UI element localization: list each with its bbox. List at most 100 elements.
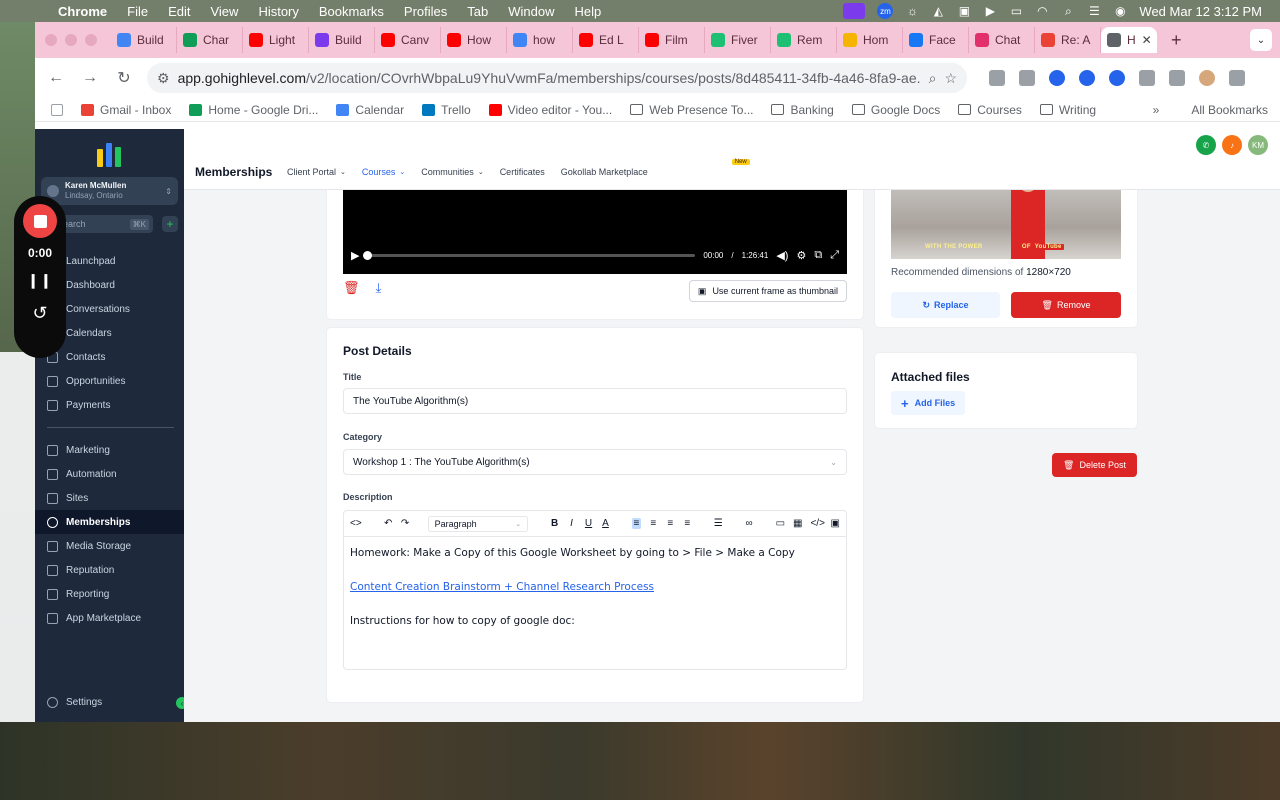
align-right-icon[interactable]: ≡ [666, 518, 675, 529]
menubar-clock[interactable]: Wed Mar 12 3:12 PM [1139, 4, 1262, 19]
remove-button[interactable]: 🗑︎ Remove [1011, 292, 1121, 318]
search-icon[interactable]: ⌕ [1061, 4, 1075, 18]
embed-icon[interactable]: ▭ [776, 518, 785, 529]
menu-view[interactable]: View [200, 4, 248, 19]
bookmark-item[interactable]: Home - Google Dri... [189, 103, 318, 117]
tab[interactable]: Build [111, 27, 177, 53]
menu-tab[interactable]: Tab [457, 4, 498, 19]
extension-icon[interactable] [1019, 70, 1035, 86]
sidebar-item-reporting[interactable]: Reporting [35, 582, 184, 606]
volume-icon[interactable]: ◀) [776, 249, 788, 262]
forward-icon[interactable]: → [79, 69, 101, 87]
tab[interactable]: Canv [375, 27, 441, 53]
html-icon[interactable]: </> [810, 518, 824, 529]
cast-icon[interactable]: ◭ [931, 4, 945, 18]
code-view-icon[interactable]: <> [350, 518, 362, 529]
menu-history[interactable]: History [248, 4, 308, 19]
extension-icon[interactable] [1049, 70, 1065, 86]
tab[interactable]: Light [243, 27, 309, 53]
bell-icon[interactable]: ♪ [1222, 135, 1242, 155]
extension-icon[interactable] [1079, 70, 1095, 86]
tab-search-icon[interactable]: ⌄ [1250, 29, 1272, 51]
zoom-icon[interactable]: ⌕ [929, 70, 937, 87]
table-icon[interactable]: ▦ [793, 518, 802, 529]
user-avatar[interactable]: KM [1248, 135, 1268, 155]
tab[interactable]: Hom [837, 27, 903, 53]
underline-icon[interactable]: U [584, 518, 593, 529]
text-color-icon[interactable]: A [601, 518, 610, 529]
puzzle-icon[interactable] [1139, 70, 1155, 86]
tab[interactable]: Re: A [1035, 27, 1101, 53]
tab[interactable]: Chat [969, 27, 1035, 53]
bold-icon[interactable]: B [550, 518, 559, 529]
address-bar[interactable]: ⚙ app.gohighlevel.com/v2/location/COvrhW… [147, 63, 967, 93]
address-url[interactable]: app.gohighlevel.com/v2/location/COvrhWbp… [178, 70, 921, 86]
profile-avatar[interactable] [1199, 70, 1215, 86]
video-progress[interactable] [363, 250, 696, 260]
menu-app[interactable]: Chrome [48, 4, 117, 19]
new-tab-button[interactable]: + [1171, 30, 1182, 51]
video-player[interactable]: ▶ 00:00 / 1:26:41 ◀) ⚙ ⧉ ⤢ [343, 190, 847, 274]
bookmark-item[interactable]: Banking [771, 103, 834, 117]
redo-icon[interactable]: ↷ [401, 518, 410, 529]
sidebar-item-settings[interactable]: Settings [35, 690, 184, 714]
battery-icon[interactable]: ▭ [1009, 4, 1023, 18]
tab[interactable]: Rem [771, 27, 837, 53]
italic-icon[interactable]: I [567, 518, 576, 529]
gear-icon[interactable]: ⚙ [796, 249, 806, 262]
wifi-icon[interactable]: ◠ [1035, 4, 1049, 18]
menu-profiles[interactable]: Profiles [394, 4, 457, 19]
tab[interactable]: Film [639, 27, 705, 53]
play-icon[interactable]: ▶ [983, 4, 997, 18]
menu-edit[interactable]: Edit [158, 4, 200, 19]
quick-add-button[interactable]: + [162, 216, 178, 232]
siri-icon[interactable]: ◉ [1113, 4, 1127, 18]
topnav-communities[interactable]: Communities ⌄ [421, 167, 483, 177]
replace-button[interactable]: ↻ Replace [891, 292, 1000, 318]
site-settings-icon[interactable]: ⚙ [157, 70, 170, 87]
block-format-select[interactable]: Paragraph ⌄ [427, 515, 529, 532]
sun-icon[interactable]: ☼ [905, 4, 919, 18]
highlevel-logo[interactable] [95, 139, 123, 167]
sidebar-item-opportunities[interactable]: Opportunities [35, 369, 184, 393]
bookmark-item[interactable]: Calendar [336, 103, 404, 117]
download-icon[interactable]: ⤓ [376, 280, 382, 296]
play-icon[interactable]: ▶ [351, 249, 359, 262]
bookmark-star-icon[interactable]: ☆ [944, 70, 957, 87]
bookmarks-overflow[interactable]: » [1153, 103, 1160, 117]
tab[interactable]: Fiver [705, 27, 771, 53]
sidebar-item-automation[interactable]: Automation [35, 462, 184, 486]
sidebar-item-media-storage[interactable]: Media Storage [35, 534, 184, 558]
tab-active[interactable]: H ✕ [1101, 27, 1157, 53]
undo-icon[interactable]: ↶ [384, 518, 393, 529]
screen-record-icon[interactable] [843, 3, 866, 19]
sidebar-item-memberships[interactable]: Memberships [35, 510, 184, 534]
account-switcher[interactable]: Karen McMullen Lindsay, Ontario ⇕ [41, 177, 178, 205]
bookmark-item[interactable]: Web Presence To... [630, 103, 753, 117]
topnav-gokollab-marketplace[interactable]: Gokollab Marketplace New [561, 159, 750, 177]
menu-file[interactable]: File [117, 4, 158, 19]
kebab-menu-icon[interactable] [1229, 70, 1245, 86]
category-select[interactable]: Workshop 1 : The YouTube Algorithm(s) ⌄ [343, 449, 847, 475]
bookmark-item[interactable]: Trello [422, 103, 471, 117]
menu-help[interactable]: Help [565, 4, 612, 19]
topnav-certificates[interactable]: Certificates [500, 167, 545, 177]
topnav-courses[interactable]: Courses ⌄ [362, 167, 405, 177]
minimize-window-button[interactable] [65, 34, 77, 46]
title-input[interactable]: The YouTube Algorithm(s) [343, 388, 847, 414]
close-window-button[interactable] [45, 34, 57, 46]
tab[interactable]: how [507, 27, 573, 53]
bookmark-item[interactable]: Video editor - You... [488, 103, 612, 117]
restart-icon[interactable]: ↺ [32, 303, 47, 324]
sidebar-item-marketing[interactable]: Marketing [35, 438, 184, 462]
tab[interactable]: Build [309, 27, 375, 53]
worksheet-link[interactable]: Content Creation Brainstorm + Channel Re… [350, 581, 654, 593]
align-center-icon[interactable]: ≡ [649, 518, 658, 529]
control-center-icon[interactable]: ☰ [1087, 4, 1101, 18]
tab[interactable]: How [441, 27, 507, 53]
trash-icon[interactable]: 🗑︎ [343, 280, 360, 296]
align-justify-icon[interactable]: ≡ [683, 518, 692, 529]
sidebar-item-app-marketplace[interactable]: App Marketplace [35, 606, 184, 630]
bookmark-item[interactable]: Courses [958, 103, 1022, 117]
reading-list-icon[interactable] [1169, 70, 1185, 86]
